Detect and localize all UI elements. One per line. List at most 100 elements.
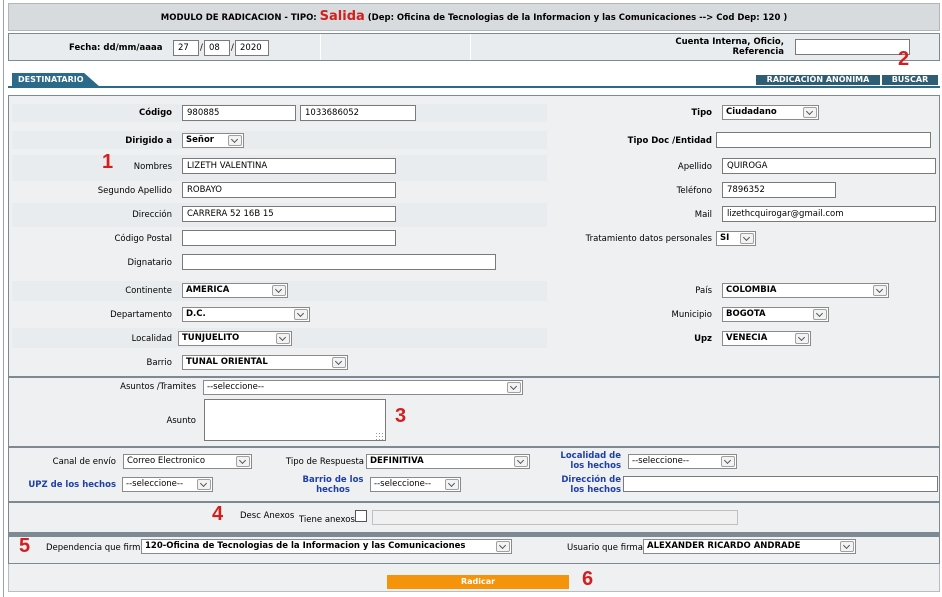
localidad-hechos-label-line1: Localidad de [560, 451, 621, 461]
tratamiento-select-value: SI [720, 233, 730, 243]
cuenta-label: Cuenta Interna, Oficio, Referencia [660, 37, 784, 57]
desc-anexos-label: Desc Anexos [240, 511, 295, 521]
tab-destinatario[interactable]: DESTINATARIO [12, 73, 100, 87]
codigo-postal-input[interactable] [182, 230, 396, 246]
departamento-select[interactable]: D.C. [182, 307, 310, 322]
buscar-button[interactable]: BUSCAR [882, 75, 938, 85]
pais-select-value: COLOMBIA [726, 285, 777, 295]
tab-underline [8, 86, 940, 88]
chevron-down-icon [813, 309, 827, 320]
cuenta-label-line2: Referencia [732, 47, 784, 57]
direccion-hechos-input[interactable] [623, 476, 938, 492]
dirigido-select[interactable]: Señor [182, 133, 244, 148]
dependencia-firma-select[interactable]: 120-Oficina de Tecnologias de la Informa… [141, 539, 512, 554]
localidad-select-value: TUNJUELITO [182, 333, 240, 343]
segundo-apellido-input[interactable]: ROBAYO [182, 182, 396, 198]
chevron-down-icon [197, 479, 211, 490]
barrio-hechos-value: --seleccione-- [374, 479, 432, 489]
header-prefix: MODULO DE RADICACION - TIPO: [160, 13, 317, 23]
continente-select-value: AMERICA [186, 285, 230, 295]
barrio-hechos-label: Barrio de los hechos [300, 475, 366, 495]
marker-6: 6 [582, 568, 594, 590]
tiene-anexos-checkbox[interactable] [355, 510, 367, 522]
tipo-respuesta-value: DEFINITIVA [370, 456, 424, 466]
asuntos-tramites-select[interactable]: --seleccione-- [203, 380, 523, 395]
chevron-down-icon [514, 456, 528, 467]
mail-label: Mail [694, 210, 712, 220]
municipio-select[interactable]: BOGOTA [722, 307, 829, 322]
dirigido-label: Dirigido a [125, 136, 172, 146]
telefono-label: Teléfono [676, 186, 712, 196]
date-month-input[interactable]: 08 [204, 40, 230, 56]
page-left-rule [3, 0, 4, 597]
municipio-select-value: BOGOTA [726, 309, 766, 319]
cuenta-input[interactable] [795, 39, 910, 55]
date-year-input[interactable]: 2020 [235, 40, 269, 56]
tiene-anexos-label: Tiene anexos? [299, 515, 360, 525]
telefono-input[interactable]: 7896352 [722, 182, 836, 198]
chevron-down-icon [228, 135, 242, 146]
canal-envio-label: Canal de envío [52, 457, 116, 467]
dignatario-label: Dignatario [127, 258, 173, 268]
barrio-hechos-select[interactable]: --seleccione-- [370, 477, 461, 492]
tratamiento-select[interactable]: SI [716, 231, 756, 246]
tipodoc-label: Tipo Doc /Entidad [627, 136, 712, 146]
date-divider-2 [470, 34, 471, 60]
chevron-down-icon [236, 456, 250, 467]
tipo-select-value: Ciudadano [726, 107, 777, 117]
nombres-input[interactable]: LIZETH VALENTINA [182, 158, 396, 174]
barrio-label: Barrio [146, 358, 172, 368]
marker-3: 3 [395, 405, 407, 427]
mail-input[interactable]: lizethcquirogar@gmail.com [722, 206, 936, 222]
chevron-down-icon [496, 541, 510, 552]
dignatario-input[interactable] [182, 254, 496, 270]
marker-2: 2 [898, 48, 910, 70]
localidad-select[interactable]: TUNJUELITO [178, 331, 292, 346]
canal-envio-value: Correo Electronico [127, 456, 206, 466]
desc-anexos-input[interactable] [372, 510, 738, 525]
tipo-respuesta-label: Tipo de Respuesta [285, 457, 364, 467]
radicar-button[interactable]: Radicar [387, 575, 569, 589]
codigo-input-1[interactable]: 980885 [182, 105, 296, 121]
chevron-down-icon [740, 233, 754, 244]
tab-destinatario-label: DESTINATARIO [18, 75, 84, 84]
chevron-down-icon [721, 456, 735, 467]
upz-select[interactable]: VENECIA [722, 331, 811, 346]
usuario-firma-select[interactable]: ALEXANDER RICARDO ANDRADE [643, 539, 856, 554]
upz-hechos-value: --seleccione-- [126, 479, 184, 489]
upz-label: Upz [694, 334, 712, 344]
date-divider-1 [320, 34, 321, 60]
tipo-respuesta-select[interactable]: DEFINITIVA [366, 454, 530, 469]
date-sep-2: / [231, 43, 234, 53]
localidad-hechos-select[interactable]: --seleccione-- [628, 454, 737, 469]
band-2 [12, 131, 547, 149]
chevron-down-icon [840, 541, 854, 552]
codigo-postal-label: Código Postal [114, 234, 172, 244]
canal-envio-select[interactable]: Correo Electronico [123, 454, 252, 469]
date-day-input[interactable]: 27 [173, 40, 199, 56]
barrio-select[interactable]: TUNAL ORIENTAL [182, 355, 348, 370]
direccion-input[interactable]: CARRERA 52 16B 15 [182, 206, 396, 222]
marker-5: 5 [19, 535, 31, 557]
apellido-input[interactable]: QUIROGA [722, 158, 936, 174]
radicacion-anonima-button[interactable]: RADICACIÓN ANÓNIMA [756, 75, 880, 85]
codigo-input-2[interactable]: 1033686052 [300, 105, 416, 121]
pais-label: País [695, 286, 712, 296]
usuario-firma-value: ALEXANDER RICARDO ANDRADE [647, 541, 801, 551]
chevron-down-icon [507, 382, 521, 393]
tipo-select[interactable]: Ciudadano [722, 105, 819, 120]
chevron-down-icon [445, 479, 459, 490]
segundo-apellido-label: Segundo Apellido [97, 186, 172, 196]
continente-select[interactable]: AMERICA [182, 283, 288, 298]
direccion-label: Dirección [132, 210, 172, 220]
module-header: MODULO DE RADICACION - TIPO: Salida (Dep… [8, 3, 940, 31]
marker-4: 4 [212, 503, 224, 525]
pais-select[interactable]: COLOMBIA [722, 283, 889, 298]
chevron-down-icon [873, 285, 887, 296]
tipodoc-input[interactable] [716, 132, 931, 148]
asunto-textarea[interactable] [204, 399, 386, 441]
chevron-down-icon [803, 107, 817, 118]
header-type: Salida [319, 9, 365, 24]
upz-hechos-select[interactable]: --seleccione-- [122, 477, 213, 492]
cuenta-label-line1: Cuenta Interna, Oficio, [675, 37, 784, 47]
